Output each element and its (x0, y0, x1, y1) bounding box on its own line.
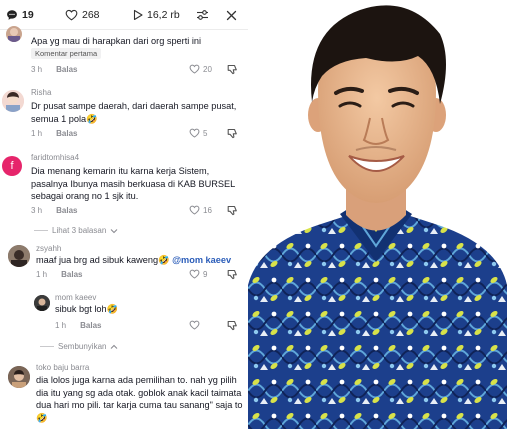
reply-item: mom kaeev sibuk bgt loh🤣 1 h Balas (0, 290, 248, 335)
like-count-label: 268 (82, 9, 100, 21)
reply-item: zsyahh maaf jua brg ad sibuk kaweng🤣 @mo… (0, 240, 248, 285)
chevron-down-icon (110, 228, 118, 233)
hide-replies-label: Sembunyikan (58, 342, 107, 351)
comment-like-button[interactable]: 5 (189, 128, 207, 138)
comment-time: 1 h (31, 129, 43, 138)
comment-text: maaf jua brg ad sibuk kaweng🤣 @mom kaeev (36, 254, 246, 267)
avatar[interactable] (34, 295, 50, 311)
reply-button[interactable]: Balas (56, 129, 77, 138)
heart-icon (189, 320, 200, 330)
comment-meta: 1 h Balas (36, 270, 82, 279)
comment-time: 3 h (31, 65, 43, 74)
comment-meta: 3 h Balas (31, 206, 77, 215)
comment-text: Apa yg mau di harapkan dari org sperti i… (31, 36, 202, 46)
comment-like-button[interactable]: 20 (189, 64, 212, 74)
view-count: 16,2 rb (133, 8, 180, 22)
comment-item: f faridtomhisa4 Dia menang kemarin itu k… (0, 150, 248, 222)
comment-username[interactable]: zsyahh (36, 244, 61, 253)
comment-item: Apa yg mau di harapkan dari org sperti i… (0, 26, 248, 80)
comment-text: Dr pusat sampe daerah, dari daerah sampe… (31, 101, 237, 124)
close-icon (226, 10, 237, 20)
comment-meta: 1 h Balas (55, 321, 101, 330)
view-count-label: 16,2 rb (147, 9, 180, 21)
comment-like-count: 16 (203, 205, 212, 215)
chevron-up-icon (111, 344, 118, 349)
comment-meta: 3 h Balas (31, 65, 77, 74)
filter-button[interactable] (196, 8, 209, 22)
heart-icon (189, 64, 200, 74)
reply-button[interactable]: Balas (56, 65, 77, 74)
comment-text: dia lolos juga karna ada pemilihan to. n… (36, 375, 243, 423)
comment-time: 3 h (31, 206, 43, 215)
comment-text: sibuk bgt loh🤣 (55, 304, 119, 314)
play-icon (133, 9, 143, 21)
avatar[interactable]: f (2, 156, 22, 176)
portrait-photo (248, 0, 507, 429)
thumb-down-icon[interactable] (227, 128, 238, 139)
avatar[interactable] (8, 366, 30, 388)
avatar-letter: f (10, 160, 14, 172)
close-button[interactable] (226, 8, 237, 22)
comment-username[interactable]: faridtomhisa4 (31, 153, 79, 162)
first-comment-badge: Komentar pertama (31, 48, 102, 59)
man-portrait-image (248, 0, 507, 429)
comment-like-count: 20 (203, 64, 212, 74)
comments-panel: 19 268 16,2 rb Apa yg mau di harapkan da… (0, 0, 248, 429)
like-count[interactable]: 268 (65, 8, 100, 22)
mention-link[interactable]: @mom kaeev (172, 255, 231, 265)
comment-like-count: 9 (203, 269, 208, 279)
comment-like-button[interactable] (189, 320, 203, 330)
reply-button[interactable]: Balas (56, 206, 77, 215)
comment-username[interactable]: mom kaeev (55, 293, 96, 302)
avatar[interactable] (2, 90, 24, 112)
view-replies-label: Lihat 3 balasan (52, 226, 107, 235)
reply-button[interactable]: Balas (80, 321, 101, 330)
comment-count[interactable]: 19 (6, 8, 34, 22)
avatar[interactable] (8, 245, 30, 267)
divider-line (34, 230, 48, 231)
heart-icon (189, 128, 200, 138)
heart-icon (189, 205, 200, 215)
reply-button[interactable]: Balas (61, 270, 82, 279)
comment-time: 1 h (55, 321, 67, 330)
thumb-down-icon[interactable] (227, 269, 238, 280)
comment-username[interactable]: toko baju barra (36, 363, 89, 372)
comment-text: Dia menang kemarin itu karna kerja Siste… (31, 166, 235, 202)
heart-icon (189, 269, 200, 279)
comment-like-button[interactable]: 9 (189, 269, 207, 279)
comment-count-label: 19 (22, 9, 34, 21)
comment-like-button[interactable]: 16 (189, 205, 212, 215)
avatar[interactable] (6, 26, 22, 42)
comment-like-count: 5 (203, 128, 208, 138)
comment-bubble-icon (7, 10, 17, 20)
divider-line (40, 346, 54, 347)
comment-meta: 1 h Balas (31, 129, 77, 138)
heart-icon (65, 9, 78, 21)
comment-item: Risha Dr pusat sampe daerah, dari daerah… (0, 84, 248, 144)
thumb-down-icon[interactable] (227, 320, 238, 331)
comment-time: 1 h (36, 270, 48, 279)
comments-header: 19 268 16,2 rb (0, 0, 248, 30)
thumb-down-icon[interactable] (227, 205, 238, 216)
hide-replies-link[interactable]: Sembunyikan (40, 342, 118, 351)
sliders-icon (197, 10, 208, 20)
view-replies-link[interactable]: Lihat 3 balasan (34, 226, 118, 235)
comment-item: toko baju barra dia lolos juga karna ada… (0, 360, 248, 429)
thumb-down-icon[interactable] (227, 64, 238, 75)
comment-text-body: maaf jua brg ad sibuk kaweng🤣 (36, 255, 170, 265)
comment-username[interactable]: Risha (31, 88, 51, 97)
